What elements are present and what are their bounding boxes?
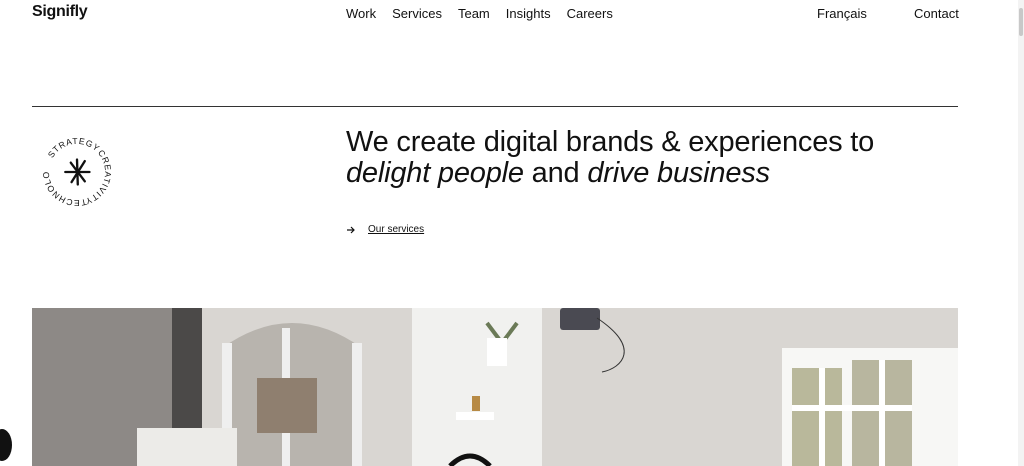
badge-word-strategy: STRATEGY (46, 136, 101, 160)
nav-item-team[interactable]: Team (458, 6, 490, 21)
office-interior-image (32, 308, 958, 466)
divider-line (32, 106, 958, 107)
primary-nav: Work Services Team Insights Careers (346, 6, 613, 21)
nav-item-careers[interactable]: Careers (567, 6, 613, 21)
circular-badge: STRATEGY CREATIVITY TECHNOLOGY (38, 133, 114, 208)
our-services-link[interactable]: Our services (346, 224, 424, 235)
hero-headline: We create digital brands & experiences t… (346, 127, 874, 189)
nav-item-services[interactable]: Services (392, 6, 442, 21)
language-switch[interactable]: Français (817, 6, 867, 21)
nav-item-insights[interactable]: Insights (506, 6, 551, 21)
nav-item-work[interactable]: Work (346, 6, 376, 21)
page-scrollbar[interactable] (1018, 0, 1024, 466)
svg-text:STRATEGY: STRATEGY (46, 136, 102, 160)
svg-text:CREATIVITY: CREATIVITY (84, 148, 114, 207)
our-services-label: Our services (368, 224, 425, 235)
top-navigation: Signifly Work Services Team Insights Car… (0, 0, 1024, 26)
headline-line-2: delight people and drive business (346, 158, 874, 189)
scrollbar-thumb[interactable] (1019, 8, 1023, 36)
signifly-logo[interactable]: Signifly (32, 3, 88, 21)
contact-link[interactable]: Contact (914, 6, 959, 21)
badge-word-creativity: CREATIVITY (84, 148, 113, 207)
starburst-icon (64, 158, 91, 186)
arrow-right-icon (347, 226, 355, 233)
chat-widget-button[interactable] (0, 429, 12, 461)
headline-italic-1: delight people (346, 157, 524, 189)
headline-line-1: We create digital brands & experiences t… (346, 126, 875, 158)
headline-italic-2: drive business (587, 157, 770, 189)
hero-photo-office (32, 308, 958, 466)
headline-and: and (523, 157, 588, 189)
